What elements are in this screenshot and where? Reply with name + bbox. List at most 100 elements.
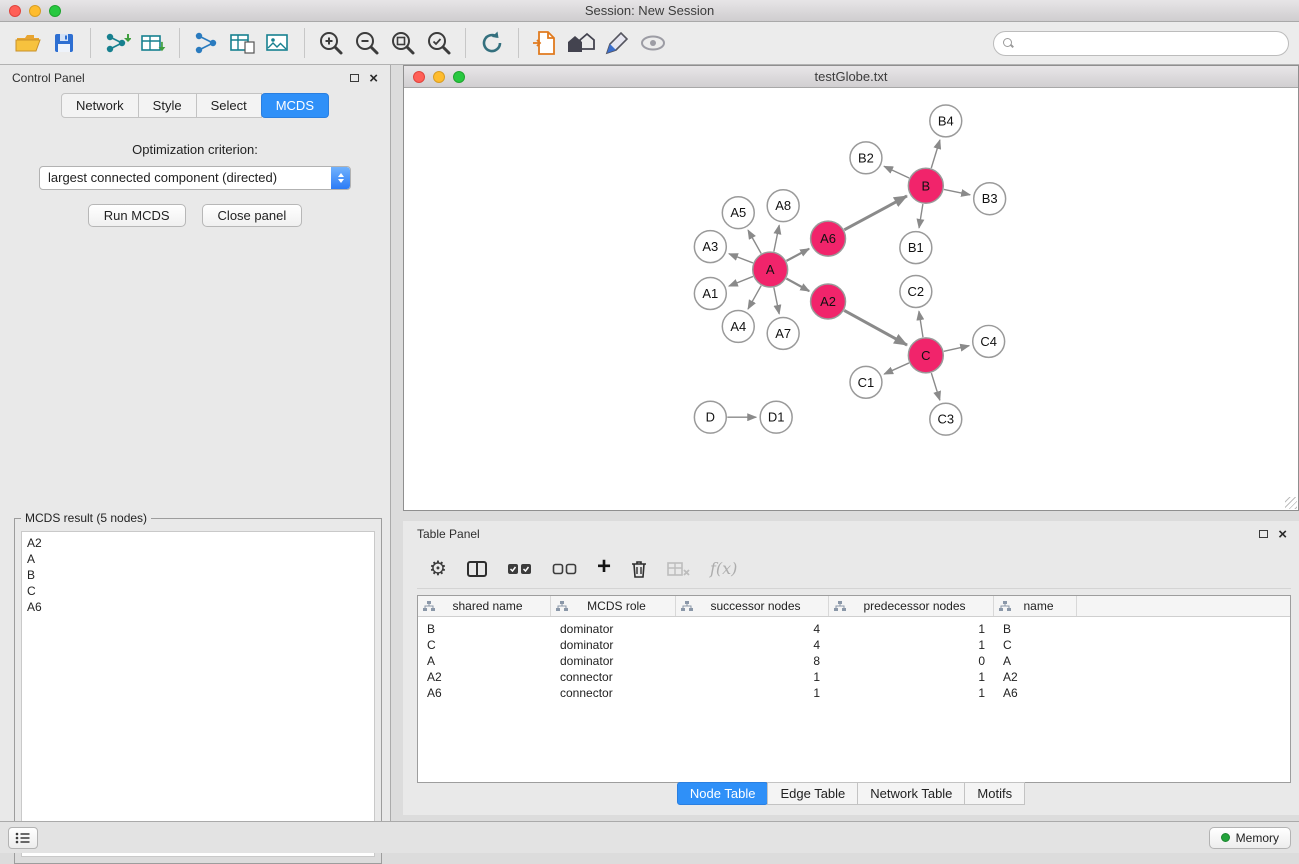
memory-button[interactable]: Memory [1209, 827, 1291, 849]
close-table-panel-icon[interactable]: × [1278, 527, 1287, 542]
graph-edge-B-B1[interactable] [919, 204, 923, 228]
graph-node-B[interactable]: B [908, 168, 943, 203]
table-settings-button[interactable]: ⚙ [429, 559, 447, 579]
graph-edge-A-A1[interactable] [729, 276, 753, 286]
column-header-shared-name[interactable]: shared name [418, 596, 551, 616]
graph-edge-A-A3[interactable] [729, 254, 753, 263]
search-input[interactable] [1020, 36, 1279, 50]
import-table-button[interactable] [135, 26, 171, 60]
column-header-name[interactable]: name [994, 596, 1077, 616]
table-row[interactable]: Adominator80A [418, 653, 1290, 669]
export-image-button[interactable] [260, 26, 296, 60]
graph-edge-B-B3[interactable] [944, 189, 970, 194]
search-field[interactable] [993, 31, 1289, 56]
graph-node-A2[interactable]: A2 [811, 284, 846, 319]
network-zoom-button[interactable] [453, 71, 465, 83]
float-table-panel-icon[interactable] [1259, 530, 1268, 538]
graph-edge-B-B4[interactable] [931, 140, 940, 168]
network-graph[interactable]: B4B2BB3A5A8A6A3AB1A1A2C2A4A7C4C1CC3DD1 [404, 88, 1298, 510]
graph-node-A8[interactable]: A8 [767, 190, 799, 222]
graph-node-C3[interactable]: C3 [930, 403, 962, 435]
graph-edge-A2-C[interactable] [844, 310, 907, 345]
column-header-MCDS-role[interactable]: MCDS role [551, 596, 676, 616]
open-session-button[interactable] [10, 26, 46, 60]
mcds-result-item[interactable]: A [27, 551, 369, 567]
zoom-selected-button[interactable] [421, 26, 457, 60]
mcds-result-item[interactable]: B [27, 567, 369, 583]
close-panel-icon[interactable]: × [369, 71, 378, 86]
graph-node-B1[interactable]: B1 [900, 232, 932, 264]
graph-node-C4[interactable]: C4 [973, 325, 1005, 357]
graph-node-A7[interactable]: A7 [767, 317, 799, 349]
mcds-result-item[interactable]: A2 [27, 535, 369, 551]
graph-edge-C-C3[interactable] [931, 373, 939, 400]
graph-node-A4[interactable]: A4 [722, 310, 754, 342]
zoom-fit-button[interactable] [385, 26, 421, 60]
import-network-button[interactable] [99, 26, 135, 60]
run-mcds-button[interactable]: Run MCDS [88, 204, 186, 227]
graph-edge-A6-B[interactable] [844, 196, 907, 230]
node-table[interactable]: shared nameMCDS rolesuccessor nodesprede… [417, 595, 1291, 783]
resize-handle[interactable] [1285, 497, 1297, 509]
graph-edge-A-A4[interactable] [748, 286, 761, 309]
tab-network-table[interactable]: Network Table [857, 782, 965, 805]
tab-network[interactable]: Network [61, 93, 139, 118]
tab-style[interactable]: Style [138, 93, 197, 118]
tab-motifs[interactable]: Motifs [964, 782, 1025, 805]
graph-edge-B-B2[interactable] [884, 166, 909, 178]
delete-table-button-disabled[interactable] [667, 560, 691, 578]
network-canvas[interactable]: B4B2BB3A5A8A6A3AB1A1A2C2A4A7C4C1CC3DD1 [404, 88, 1298, 510]
close-panel-button[interactable]: Close panel [202, 204, 303, 227]
graph-node-A6[interactable]: A6 [811, 221, 846, 256]
graph-edge-A-A5[interactable] [748, 230, 761, 253]
graph-edge-A-A8[interactable] [774, 225, 779, 251]
graph-edge-C-C4[interactable] [944, 346, 969, 352]
graph-node-C1[interactable]: C1 [850, 366, 882, 398]
graph-node-A5[interactable]: A5 [722, 197, 754, 229]
deselect-all-button[interactable] [552, 562, 578, 576]
add-column-button[interactable]: + [597, 558, 611, 579]
table-row[interactable]: Cdominator41C [418, 637, 1290, 653]
table-row[interactable]: A2connector11A2 [418, 669, 1290, 685]
close-window-button[interactable] [9, 5, 21, 17]
apply-layout-button[interactable] [474, 26, 510, 60]
save-session-button[interactable] [46, 26, 82, 60]
graph-node-C2[interactable]: C2 [900, 276, 932, 308]
graph-node-B3[interactable]: B3 [974, 183, 1006, 215]
column-header-successor-nodes[interactable]: successor nodes [676, 596, 829, 616]
graph-node-D[interactable]: D [694, 401, 726, 433]
graph-node-A3[interactable]: A3 [694, 231, 726, 263]
task-history-button[interactable] [8, 827, 38, 849]
function-builder-button[interactable]: f(x) [710, 559, 737, 578]
tab-edge-table[interactable]: Edge Table [767, 782, 858, 805]
graph-node-D1[interactable]: D1 [760, 401, 792, 433]
network-minimize-button[interactable] [433, 71, 445, 83]
criterion-dropdown[interactable]: largest connected component (directed) [39, 166, 351, 190]
tab-node-table[interactable]: Node Table [677, 782, 769, 805]
open-document-button[interactable] [527, 26, 563, 60]
mcds-result-list[interactable]: A2ABCA6 [21, 531, 375, 857]
mcds-result-item[interactable]: A6 [27, 599, 369, 615]
tab-mcds[interactable]: MCDS [261, 93, 329, 118]
graph-node-B2[interactable]: B2 [850, 142, 882, 174]
delete-column-button[interactable] [630, 559, 648, 579]
show-columns-button[interactable] [466, 559, 488, 579]
table-row[interactable]: A6connector11A6 [418, 685, 1290, 701]
graph-edge-A-A6[interactable] [786, 249, 809, 261]
network-close-button[interactable] [413, 71, 425, 83]
zoom-window-button[interactable] [49, 5, 61, 17]
graph-node-A1[interactable]: A1 [694, 278, 726, 310]
new-network-button[interactable] [188, 26, 224, 60]
zoom-out-button[interactable] [349, 26, 385, 60]
graph-edge-A-A7[interactable] [774, 288, 779, 314]
graph-edge-C-C1[interactable] [884, 363, 909, 374]
graph-node-A[interactable]: A [753, 252, 788, 287]
float-panel-icon[interactable] [350, 74, 359, 82]
graph-edge-A-A2[interactable] [786, 278, 809, 291]
table-row[interactable]: Bdominator41B [418, 621, 1290, 637]
graph-edge-C-C2[interactable] [919, 311, 923, 337]
column-header-predecessor-nodes[interactable]: predecessor nodes [829, 596, 994, 616]
new-table-button[interactable] [224, 26, 260, 60]
graph-node-B4[interactable]: B4 [930, 105, 962, 137]
select-all-button[interactable] [507, 562, 533, 576]
